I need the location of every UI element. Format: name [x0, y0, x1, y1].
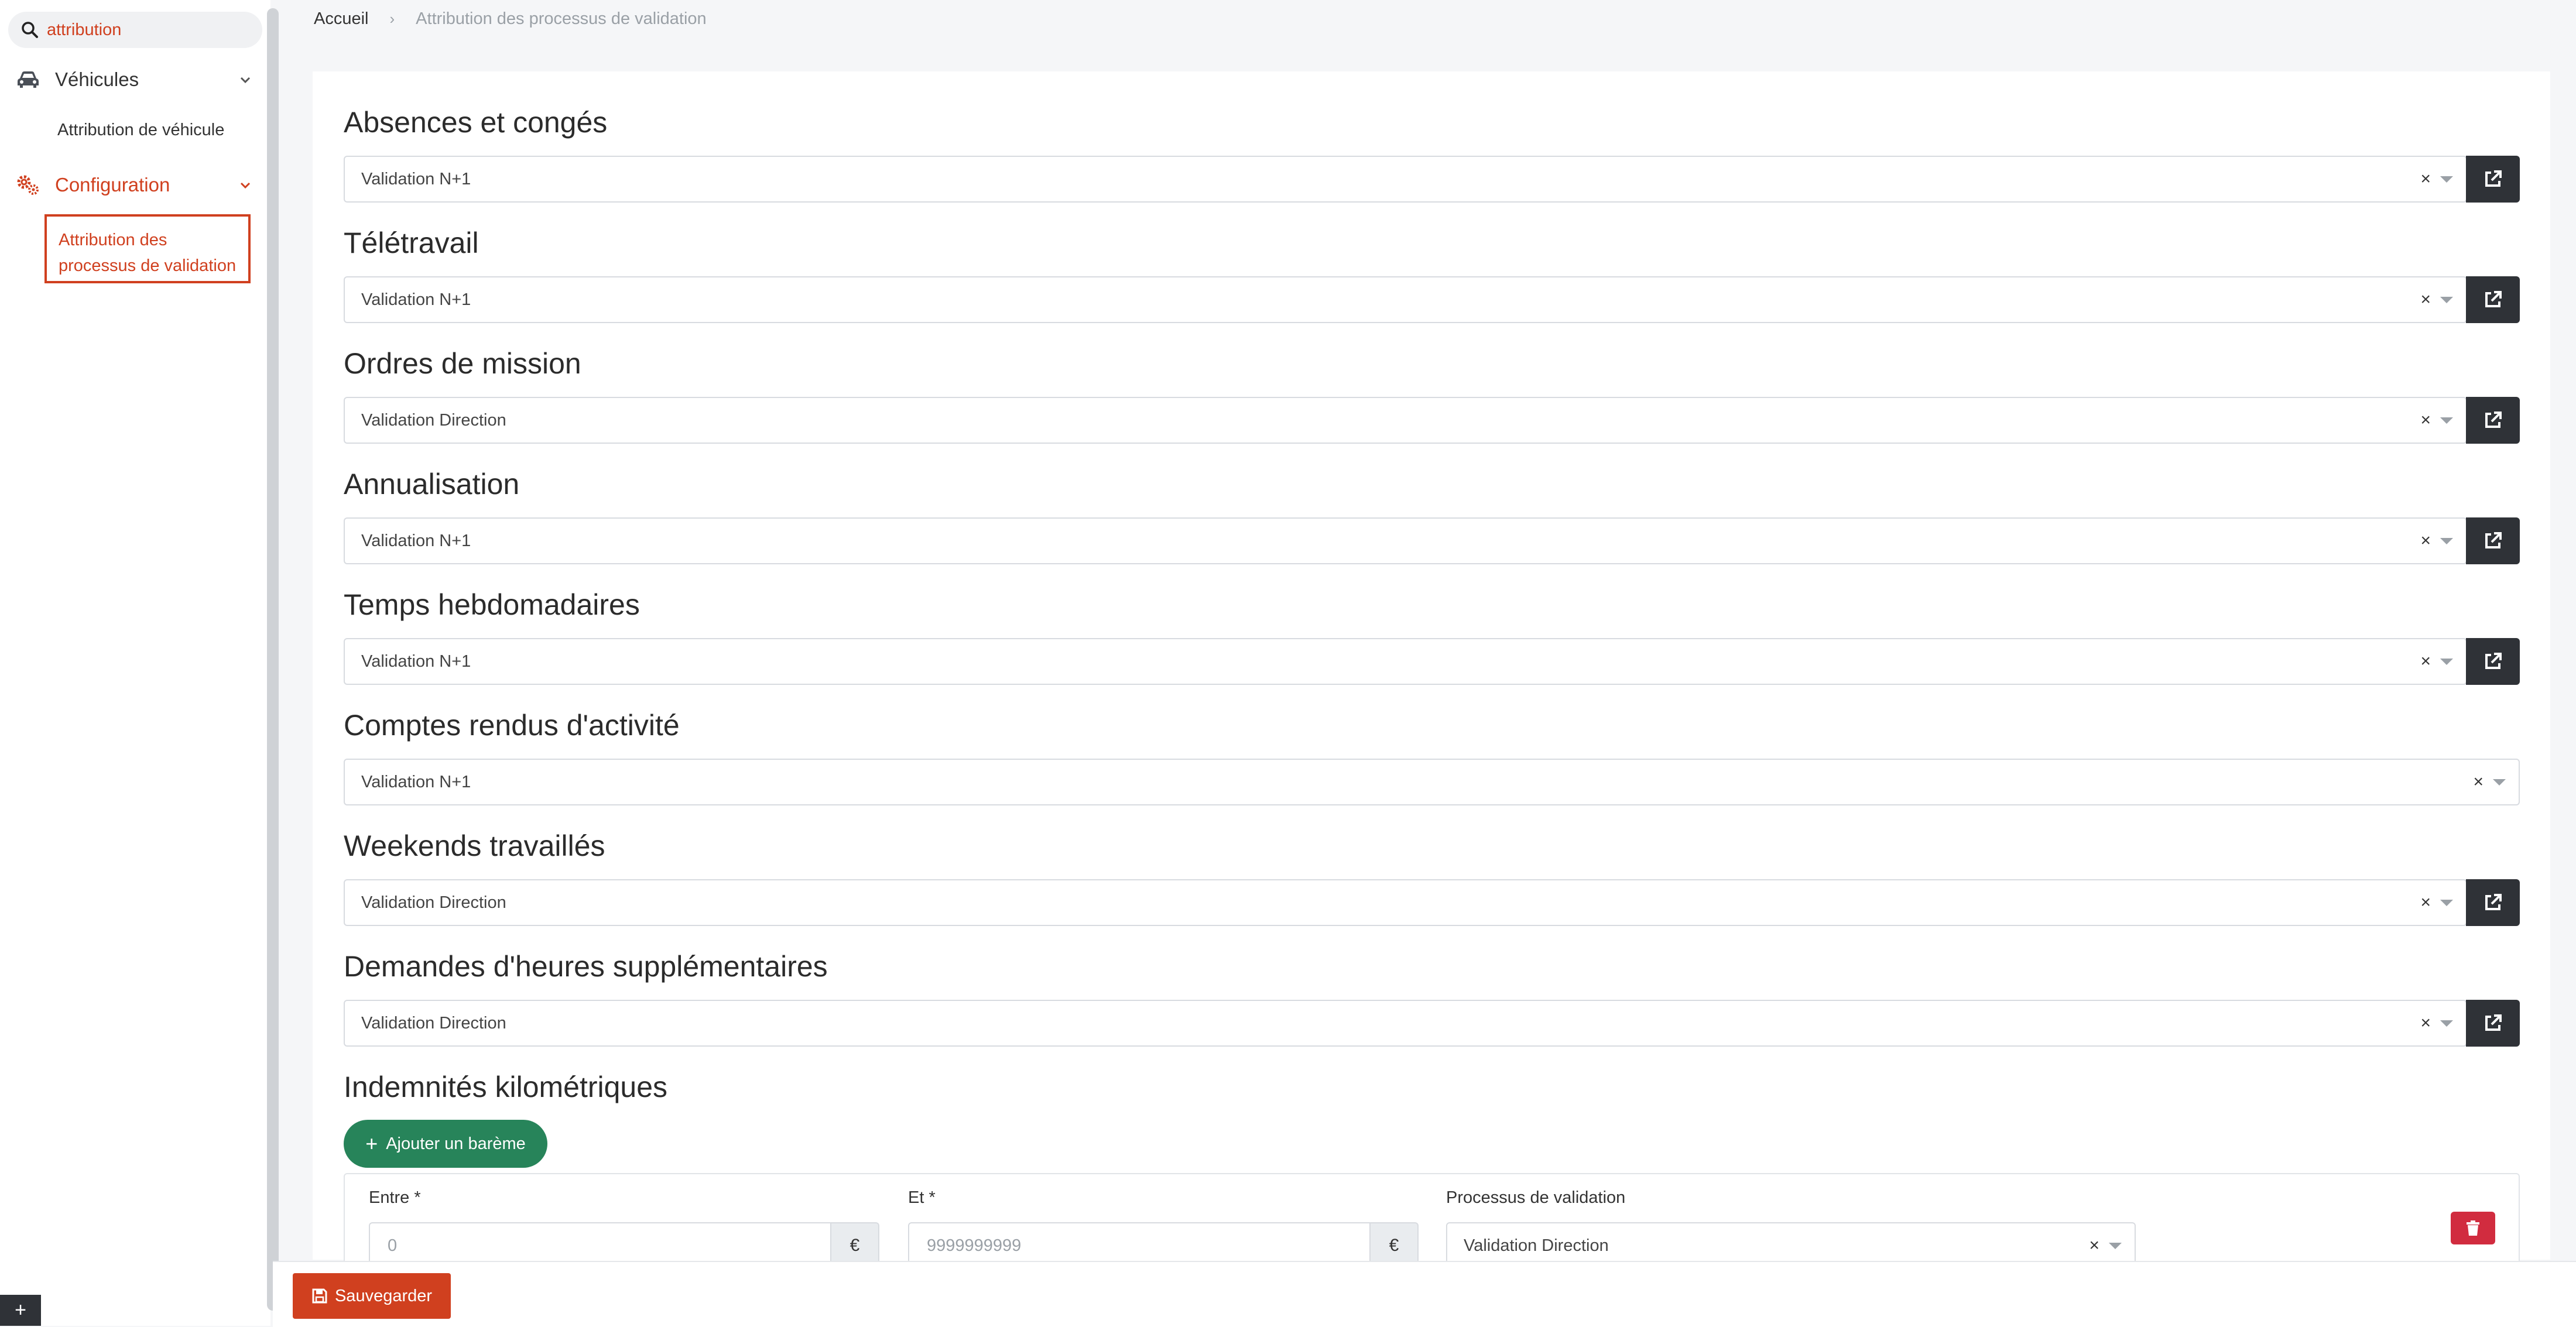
- section-title: Demandes d'heures supplémentaires: [344, 950, 828, 983]
- external-link-icon: [2485, 291, 2502, 307]
- dropdown-arrow-icon[interactable]: [2440, 900, 2453, 906]
- clear-icon[interactable]: ×: [2420, 1013, 2431, 1033]
- dropdown-arrow-icon[interactable]: [2440, 659, 2453, 665]
- external-link-icon: [2485, 532, 2502, 548]
- sidebar-scrollbar[interactable]: [267, 8, 279, 1311]
- et-label: Et *: [908, 1188, 936, 1207]
- save-button[interactable]: Sauvegarder: [293, 1273, 451, 1319]
- external-link-button[interactable]: [2466, 397, 2520, 444]
- select-value: Validation Direction: [361, 893, 506, 912]
- chevron-down-icon[interactable]: [237, 177, 254, 194]
- select-value: Validation Direction: [361, 410, 506, 430]
- select-value: Validation Direction: [1464, 1236, 1609, 1255]
- select-value: Validation N+1: [361, 652, 471, 671]
- external-link-button[interactable]: [2466, 156, 2520, 203]
- dropdown-arrow-icon[interactable]: [2440, 417, 2453, 424]
- select-value: Validation N+1: [361, 531, 471, 550]
- breadcrumb-home[interactable]: Accueil: [314, 9, 369, 29]
- car-icon: [15, 68, 41, 91]
- external-link-icon: [2485, 170, 2502, 187]
- footer-bar: [273, 1261, 2576, 1327]
- select-value: Validation N+1: [361, 169, 471, 188]
- floppy-disk-icon: [312, 1288, 327, 1304]
- select-value: Validation N+1: [361, 290, 471, 309]
- section-title: Absences et congés: [344, 106, 608, 139]
- clear-icon[interactable]: ×: [2473, 772, 2483, 792]
- clear-icon[interactable]: ×: [2420, 531, 2431, 551]
- search-icon: [21, 20, 41, 40]
- dropdown-arrow-icon[interactable]: [2440, 538, 2453, 544]
- et-placeholder: 9999999999: [927, 1236, 1022, 1255]
- chevron-down-icon[interactable]: [237, 71, 254, 89]
- delete-bareme-button[interactable]: [2451, 1212, 2495, 1244]
- trash-icon: [2467, 1220, 2479, 1236]
- clear-icon[interactable]: ×: [2420, 652, 2431, 671]
- external-link-button[interactable]: [2466, 638, 2520, 685]
- external-link-button[interactable]: [2466, 1000, 2520, 1047]
- corner-plus-button[interactable]: +: [0, 1295, 41, 1326]
- sidebar-item-vehicules[interactable]: Véhicules: [0, 57, 267, 102]
- entre-placeholder: 0: [388, 1236, 398, 1255]
- clear-icon[interactable]: ×: [2420, 290, 2431, 310]
- dropdown-arrow-icon[interactable]: [2440, 297, 2453, 303]
- clear-icon[interactable]: ×: [2420, 169, 2431, 189]
- external-link-button[interactable]: [2466, 276, 2520, 323]
- section-title: Indemnités kilométriques: [344, 1071, 668, 1103]
- process-select[interactable]: Validation Direction ×: [344, 879, 2467, 926]
- sidebar: attribution Véhicules Attribution de véh…: [0, 0, 270, 1326]
- save-label: Sauvegarder: [334, 1286, 433, 1305]
- section-title: Weekends travaillés: [344, 829, 605, 862]
- section-title: Télétravail: [344, 227, 479, 259]
- sidebar-subitem-label-line1: Attribution des: [59, 231, 167, 249]
- process-select[interactable]: Validation N+1 ×: [344, 517, 2467, 564]
- breadcrumb: Accueil › Attribution des processus de v…: [314, 9, 707, 29]
- entre-label: Entre *: [369, 1188, 421, 1207]
- section-title: Ordres de mission: [344, 347, 581, 380]
- sidebar-subitem-attribution-processus[interactable]: Attribution des processus de validation: [44, 214, 251, 283]
- search-input-value[interactable]: attribution: [47, 20, 121, 40]
- breadcrumb-separator: ›: [389, 10, 395, 28]
- process-select[interactable]: Validation N+1 ×: [344, 156, 2467, 203]
- clear-icon[interactable]: ×: [2089, 1236, 2099, 1256]
- cogs-icon: [15, 173, 41, 197]
- sidebar-item-label: Configuration: [55, 174, 170, 196]
- sidebar-item-label: Véhicules: [55, 68, 139, 90]
- select-value: Validation N+1: [361, 772, 471, 791]
- sidebar-subitem-attribution-vehicule[interactable]: Attribution de véhicule: [57, 121, 224, 140]
- external-link-icon: [2485, 653, 2502, 669]
- clear-icon[interactable]: ×: [2420, 410, 2431, 430]
- add-bareme-label: Ajouter un barème: [386, 1134, 526, 1153]
- external-link-button[interactable]: [2466, 879, 2520, 926]
- section-title: Comptes rendus d'activité: [344, 709, 680, 742]
- section-title: Annualisation: [344, 468, 520, 500]
- process-select[interactable]: Validation Direction ×: [344, 397, 2467, 444]
- process-select[interactable]: Validation Direction ×: [344, 1000, 2467, 1047]
- sidebar-subitem-label-line2: processus de validation: [59, 256, 237, 275]
- clear-icon[interactable]: ×: [2420, 893, 2431, 913]
- breadcrumb-current: Attribution des processus de validation: [416, 9, 707, 28]
- dropdown-arrow-icon[interactable]: [2493, 779, 2506, 786]
- external-link-icon: [2485, 894, 2502, 910]
- dropdown-arrow-icon[interactable]: [2109, 1243, 2122, 1249]
- plus-icon: +: [365, 1131, 378, 1155]
- sidebar-search[interactable]: attribution: [8, 12, 262, 48]
- dropdown-arrow-icon[interactable]: [2440, 176, 2453, 183]
- external-link-button[interactable]: [2466, 517, 2520, 564]
- external-link-icon: [2485, 412, 2502, 428]
- add-bareme-button[interactable]: + Ajouter un barème: [344, 1120, 547, 1168]
- external-link-icon: [2485, 1014, 2502, 1031]
- processus-label: Processus de validation: [1446, 1188, 1626, 1207]
- sidebar-item-configuration[interactable]: Configuration: [0, 163, 267, 207]
- process-select[interactable]: Validation N+1 ×: [344, 276, 2467, 323]
- section-title: Temps hebdomadaires: [344, 588, 640, 621]
- dropdown-arrow-icon[interactable]: [2440, 1020, 2453, 1027]
- process-select[interactable]: Validation N+1 ×: [344, 759, 2520, 805]
- process-select[interactable]: Validation N+1 ×: [344, 638, 2467, 685]
- select-value: Validation Direction: [361, 1013, 506, 1033]
